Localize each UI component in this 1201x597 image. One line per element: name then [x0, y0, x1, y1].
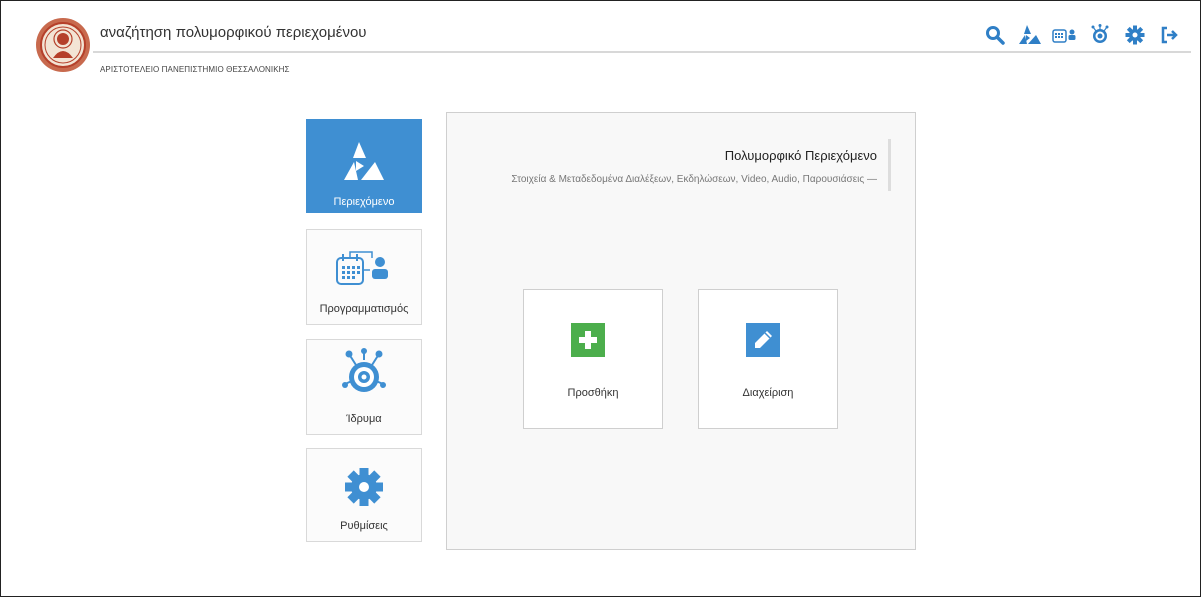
panel-title: Πολυμορφικό Περιεχόμενο — [724, 148, 877, 163]
pencil-icon — [746, 323, 780, 357]
plus-icon — [571, 323, 605, 357]
sidebar-item-institution[interactable]: Ίδρυμα — [306, 339, 422, 435]
content-icon — [307, 142, 421, 182]
top-toolbar — [977, 22, 1187, 48]
panel-subtitle: Στοιχεία & Μεταδεδομένα Διαλέξεων, Εκδηλ… — [511, 174, 877, 185]
institution-icon — [307, 348, 421, 402]
search-icon[interactable] — [977, 22, 1012, 48]
app-title: αναζήτηση πολυμορφικού περιεχομένου — [100, 24, 367, 41]
header-divider — [93, 51, 1191, 53]
manage-button[interactable]: Διαχείριση — [698, 289, 838, 429]
sidebar-item-settings[interactable]: Ρυθμίσεις — [306, 448, 422, 542]
content-panel: Πολυμορφικό Περιεχόμενο Στοιχεία & Μεταδ… — [446, 112, 916, 550]
add-button[interactable]: Προσθήκη — [523, 289, 663, 429]
sidebar-item-label: Ίδρυμα — [346, 413, 382, 425]
institution-icon[interactable] — [1082, 22, 1117, 48]
logout-icon[interactable] — [1152, 22, 1187, 48]
schedule-icon[interactable] — [1047, 22, 1082, 48]
scroll-indicator[interactable] — [888, 139, 891, 191]
university-name: ΑΡΙΣΤΟΤΕΛΕΙΟ ΠΑΝΕΠΙΣΤΗΜΙΟ ΘΕΣΣΑΛΟΝΙΚΗΣ — [100, 65, 290, 74]
manage-button-label: Διαχείριση — [742, 387, 794, 399]
sidebar-item-label: Προγραμματισμός — [319, 303, 409, 315]
add-button-label: Προσθήκη — [567, 387, 619, 399]
sidebar-item-label: Περιεχόμενο — [333, 196, 395, 208]
gear-icon[interactable] — [1117, 22, 1152, 48]
sidebar-item-schedule[interactable]: Προγραμματισμός — [306, 229, 422, 325]
gear-icon — [307, 467, 421, 507]
university-logo[interactable] — [34, 16, 92, 74]
sidebar-item-content[interactable]: Περιεχόμενο — [306, 119, 422, 213]
schedule-icon — [307, 250, 421, 286]
content-icon[interactable] — [1012, 22, 1047, 48]
sidebar-item-label: Ρυθμίσεις — [340, 520, 388, 532]
